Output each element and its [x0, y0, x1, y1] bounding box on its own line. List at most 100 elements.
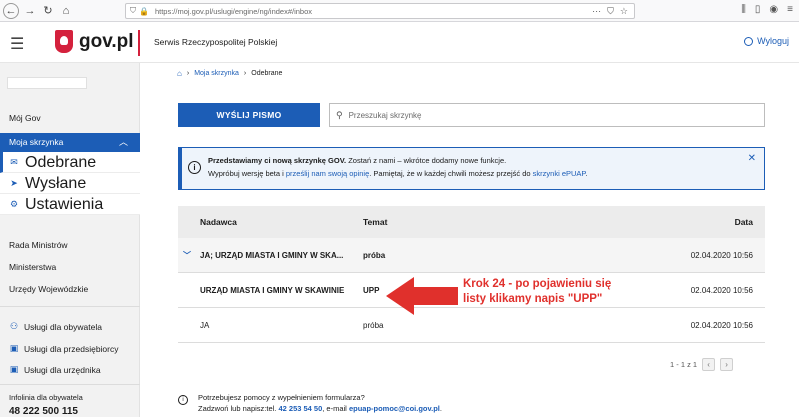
address-bar[interactable]: ⛉ 🔒 https://moj.gov.pl/uslugi/engine/ng/…	[125, 3, 635, 19]
annotation-text: Krok 24 - po pojawieniu się listy klikam…	[463, 278, 612, 305]
url-text: https://moj.gov.pl/uslugi/engine/ng/inde…	[154, 6, 313, 16]
sidebar-item-label: Odebrane	[25, 153, 97, 171]
row-sender: ﹀ JA; URZĄD MIASTA I GMINY W SKA...	[178, 251, 363, 260]
info-banner: i Przedstawiamy ci nową skrzynkę GOV. Zo…	[178, 147, 765, 190]
info-bold: Przedstawiamy ci nową skrzynkę GOV.	[208, 156, 347, 165]
row-date: 02.04.2020 10:56	[690, 320, 753, 330]
browser-toolbar: ← → ↻ ⌂ ⛉ 🔒 https://moj.gov.pl/uslugi/en…	[0, 0, 799, 22]
search-placeholder: Przeszukaj skrzynkę	[348, 110, 422, 120]
sidebar-item-moja-skrzynka[interactable]: Moja skrzynka ︿	[0, 133, 140, 152]
header-sender[interactable]: Nadawca	[178, 217, 363, 227]
account-icon[interactable]: ◉	[769, 4, 778, 15]
helpline-phone[interactable]: 48 222 500 115	[9, 406, 78, 417]
sidebar-item-wyslane[interactable]: ➤ Wysłane	[0, 173, 140, 194]
close-icon[interactable]: ✕	[748, 153, 756, 164]
chevron-down-icon[interactable]: ﹀	[183, 250, 191, 261]
prev-page-button[interactable]: ‹	[702, 358, 716, 371]
person-icon: ⚇	[9, 321, 19, 331]
sidebar-item-uslugi-obywatel[interactable]: ⚇ Usługi dla obywatela	[0, 321, 140, 332]
sidebar-item-odebrane[interactable]: ✉ Odebrane	[0, 152, 140, 173]
send-letter-button[interactable]: WYŚLIJ PISMO	[178, 103, 320, 127]
search-input[interactable]: ⚲ Przeszukaj skrzynkę	[329, 103, 765, 127]
briefcase-icon: ▣	[9, 343, 19, 353]
star-icon[interactable]: ☆	[620, 6, 628, 17]
briefcase-icon: ▣	[9, 364, 19, 374]
logout-button[interactable]: Wyloguj	[744, 36, 789, 46]
logout-label: Wyloguj	[757, 36, 789, 46]
sidebar-item-label: Moja skrzynka	[9, 137, 64, 147]
row-subject: próba	[363, 320, 384, 330]
row-sender: URZĄD MIASTA I GMINY W SKAWINIE	[200, 285, 345, 295]
info-line2-a: Wypróbuj wersję beta i	[208, 169, 286, 178]
back-icon[interactable]: ←	[3, 2, 19, 19]
menu-icon[interactable]: ≡	[787, 4, 793, 15]
breadcrumb-odebrane: Odebrane	[251, 70, 283, 77]
site-header: ☰ gov.pl Serwis Rzeczypospolitej Polskie…	[0, 22, 799, 63]
info-icon: i	[178, 395, 188, 405]
row-sender-text: JA; URZĄD MIASTA I GMINY W SKA...	[200, 250, 344, 260]
reload-icon[interactable]: ↻	[41, 4, 55, 18]
shield-icon: ⛉	[130, 6, 136, 15]
help-line2-b: , e-mail	[322, 404, 349, 413]
logo-text[interactable]: gov.pl	[79, 31, 134, 53]
help-phone[interactable]: 42 253 54 50	[278, 404, 322, 413]
header-subject[interactable]: Temat	[363, 217, 603, 227]
helpline-label: Infolinia dla obywatela	[9, 393, 83, 402]
sidebar-divider	[0, 306, 140, 307]
info-line1-rest: Zostań z nami – wkrótce dodamy nowe funk…	[346, 156, 507, 165]
inbox-table: Nadawca Temat Data ﹀ JA; URZĄD MIASTA I …	[178, 206, 765, 343]
info-line-2: Wypróbuj wersję beta i prześlij nam swoj…	[208, 169, 588, 178]
sidebar-item-urzedy-wojewodzkie[interactable]: Urzędy Wojewódzkie	[0, 284, 140, 294]
feedback-link[interactable]: prześlij nam swoją opinię	[286, 169, 369, 178]
hamburger-menu-icon[interactable]: ☰	[10, 34, 24, 54]
help-line-2: Zadzwoń lub napisz:tel. 42 253 54 50, e-…	[198, 404, 442, 413]
more-icon[interactable]: ···	[592, 6, 601, 17]
help-email[interactable]: epuap-pomoc@coi.gov.pl	[349, 404, 440, 413]
user-circle-icon	[744, 36, 754, 46]
help-line2-c: .	[439, 404, 442, 413]
pocket-icon[interactable]: ⛉	[607, 6, 614, 17]
lock-icon: 🔒	[139, 6, 149, 16]
home-icon[interactable]: ⌂	[177, 69, 182, 78]
row-sender: JA	[200, 320, 210, 330]
sidebar-item-uslugi-przedsiebiorca[interactable]: ▣ Usługi dla przedsiębiorcy	[0, 343, 140, 354]
help-line-1: Potrzebujesz pomocy z wypełnieniem formu…	[198, 393, 365, 402]
row-date: 02.04.2020 10:56	[690, 285, 753, 295]
library-icon[interactable]: ⫼	[741, 4, 746, 15]
table-header: Nadawca Temat Data	[178, 206, 765, 238]
header-date[interactable]: Data	[603, 217, 765, 227]
sidebar-item-label: Ustawienia	[25, 195, 104, 213]
table-row[interactable]: ﹀ JA; URZĄD MIASTA I GMINY W SKA... prób…	[178, 238, 765, 273]
eagle-emblem-icon[interactable]	[55, 30, 73, 53]
sidebar-item-ustawienia[interactable]: ⚙ Ustawienia	[0, 194, 140, 215]
breadcrumb: ⌂ › Moja skrzynka › Odebrane	[177, 69, 282, 78]
inbox-icon: ✉	[10, 156, 18, 167]
row-date: 02.04.2020 10:56	[690, 250, 753, 260]
gear-icon: ⚙	[9, 198, 19, 209]
sidebar-item-label: Usługi dla obywatela	[24, 321, 102, 332]
sidebar-toggle-icon[interactable]: ▯	[755, 4, 761, 15]
sidebar-item-label: Wysłane	[25, 174, 87, 192]
logo-divider	[138, 30, 140, 56]
next-page-button[interactable]: ›	[720, 358, 734, 371]
info-line2-b: . Pamiętaj, że w każdej chwili możesz pr…	[369, 169, 533, 178]
epuap-link[interactable]: skrzynki ePUAP	[533, 169, 586, 178]
sidebar-divider	[0, 384, 140, 385]
service-name: Serwis Rzeczypospolitej Polskiej	[154, 37, 278, 47]
sidebar-item-moj-gov[interactable]: Mój Gov	[0, 113, 140, 123]
pagination: 1 - 1 z 1 ‹ ›	[670, 358, 734, 371]
search-icon: ⚲	[336, 109, 343, 120]
table-row[interactable]: JA próba 02.04.2020 10:56	[178, 308, 765, 343]
home-icon[interactable]: ⌂	[59, 4, 73, 18]
forward-icon[interactable]: →	[23, 4, 37, 18]
help-line2-a: Zadzwoń lub napisz:tel.	[198, 404, 279, 413]
breadcrumb-moja-skrzynka[interactable]: Moja skrzynka	[194, 70, 239, 77]
info-line-1: Przedstawiamy ci nową skrzynkę GOV. Zost…	[208, 156, 506, 165]
sidebar-item-uslugi-urzednik[interactable]: ▣ Usługi dla urzędnika	[0, 364, 140, 375]
sidebar-item-rada-ministrow[interactable]: Rada Ministrów	[0, 240, 140, 250]
sidebar-item-ministerstwa[interactable]: Ministerstwa	[0, 262, 140, 272]
send-icon: ➤	[10, 177, 18, 188]
sidebar-item-label: Usługi dla przedsiębiorcy	[24, 343, 119, 354]
sidebar-item-label: Usługi dla urzędnika	[24, 364, 101, 375]
breadcrumb-separator: ›	[186, 70, 190, 77]
